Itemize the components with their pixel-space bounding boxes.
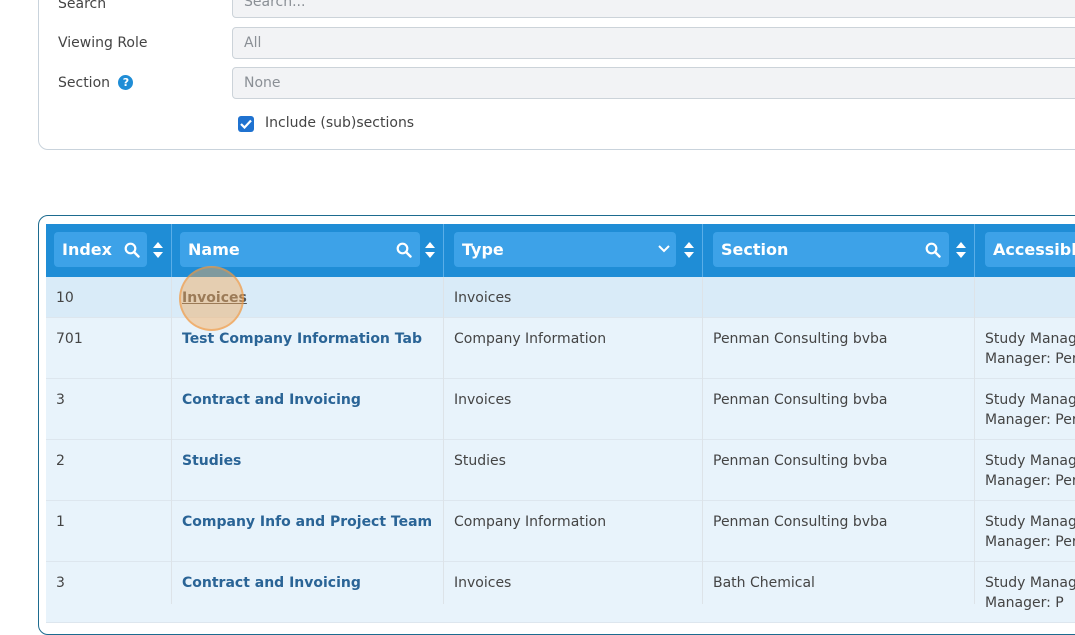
column-divider <box>171 224 172 604</box>
search-icon <box>396 242 412 258</box>
header-divider <box>443 224 444 277</box>
cell-accessible-line1: Study Manag <box>985 392 1075 408</box>
cell-accessible-line2: Manager: P <box>985 595 1064 611</box>
sort-icon[interactable] <box>955 241 967 259</box>
cell-type: Company Information <box>454 331 607 347</box>
sort-icon[interactable] <box>683 241 695 259</box>
cell-name-link[interactable]: Studies <box>182 451 241 471</box>
cell-section: Penman Consulting bvba <box>713 514 888 530</box>
column-divider <box>443 224 444 604</box>
header-divider <box>171 224 172 277</box>
cell-accessible-line1: Study Manag <box>985 331 1075 347</box>
header-type-label: Type <box>462 240 504 259</box>
header-section-filter[interactable]: Section <box>713 232 949 267</box>
cell-accessible-line1: Study Manag <box>985 453 1075 469</box>
cell-accessible-line1: Study Manag <box>985 575 1075 591</box>
cell-type: Company Information <box>454 514 607 530</box>
table-row[interactable]: 3 Contract and Invoicing Invoices Bath C… <box>46 562 1075 623</box>
chevron-down-icon <box>658 245 670 253</box>
cell-type: Invoices <box>454 290 512 306</box>
search-icon <box>925 242 941 258</box>
cell-accessible-line2: Manager: Per <box>985 351 1075 367</box>
checkmark-icon <box>240 119 252 129</box>
header-section-label: Section <box>721 240 789 259</box>
cell-type: Invoices <box>454 392 512 408</box>
header-accessible-filter[interactable]: Accessible <box>985 232 1075 267</box>
include-subsections-label: Include (sub)sections <box>265 115 415 131</box>
sort-icon[interactable] <box>424 241 436 259</box>
header-index-label: Index <box>62 240 112 259</box>
column-divider <box>702 224 703 604</box>
cell-type: Studies <box>454 453 506 469</box>
header-accessible-label: Accessible <box>993 240 1075 259</box>
cell-index: 2 <box>56 453 65 469</box>
cell-index: 1 <box>56 514 65 530</box>
cell-section: Penman Consulting bvba <box>713 453 888 469</box>
cell-accessible-line2: Manager: Per <box>985 534 1075 550</box>
cell-index: 701 <box>56 331 83 347</box>
cell-accessible-line2: Manager: Per <box>985 473 1075 489</box>
header-name-filter[interactable]: Name <box>180 232 420 267</box>
header-divider <box>702 224 703 277</box>
cell-name-link[interactable]: Contract and Invoicing <box>182 390 361 410</box>
table-row[interactable]: 2 Studies Studies Penman Consulting bvba… <box>46 440 1075 501</box>
table-row[interactable]: 1 Company Info and Project Team Company … <box>46 501 1075 562</box>
cell-index: 3 <box>56 392 65 408</box>
header-divider <box>974 224 975 277</box>
section-label-group: Section ? <box>58 75 134 91</box>
help-icon[interactable]: ? <box>118 75 134 90</box>
include-subsections-checkbox[interactable] <box>238 116 254 132</box>
section-select[interactable]: None <box>232 67 1075 99</box>
search-label: Search <box>58 0 107 12</box>
cell-section: Penman Consulting bvba <box>713 331 888 347</box>
header-name-label: Name <box>188 240 240 259</box>
cell-accessible-line1: Study Manag <box>985 514 1075 530</box>
cell-name-link[interactable]: Company Info and Project Team <box>182 512 432 532</box>
click-indicator <box>179 266 244 331</box>
column-divider <box>974 224 975 604</box>
search-input[interactable]: Search... <box>232 0 1075 18</box>
cell-name-link[interactable]: Contract and Invoicing <box>182 573 361 593</box>
cell-accessible-line2: Manager: Per <box>985 412 1075 428</box>
viewing-role-label: Viewing Role <box>58 35 148 51</box>
cell-type: Invoices <box>454 575 512 591</box>
header-type-select[interactable]: Type <box>454 232 676 267</box>
cell-section: Bath Chemical <box>713 575 815 591</box>
search-icon <box>124 242 140 258</box>
cell-name-link[interactable]: Test Company Information Tab <box>182 329 422 349</box>
section-label: Section <box>58 75 111 91</box>
viewing-role-select[interactable]: All <box>232 27 1075 59</box>
table-row[interactable]: 3 Contract and Invoicing Invoices Penman… <box>46 379 1075 440</box>
header-index-filter[interactable]: Index <box>54 232 147 267</box>
cell-index: 10 <box>56 290 74 306</box>
cell-index: 3 <box>56 575 65 591</box>
cell-section: Penman Consulting bvba <box>713 392 888 408</box>
sort-icon[interactable] <box>152 241 164 259</box>
